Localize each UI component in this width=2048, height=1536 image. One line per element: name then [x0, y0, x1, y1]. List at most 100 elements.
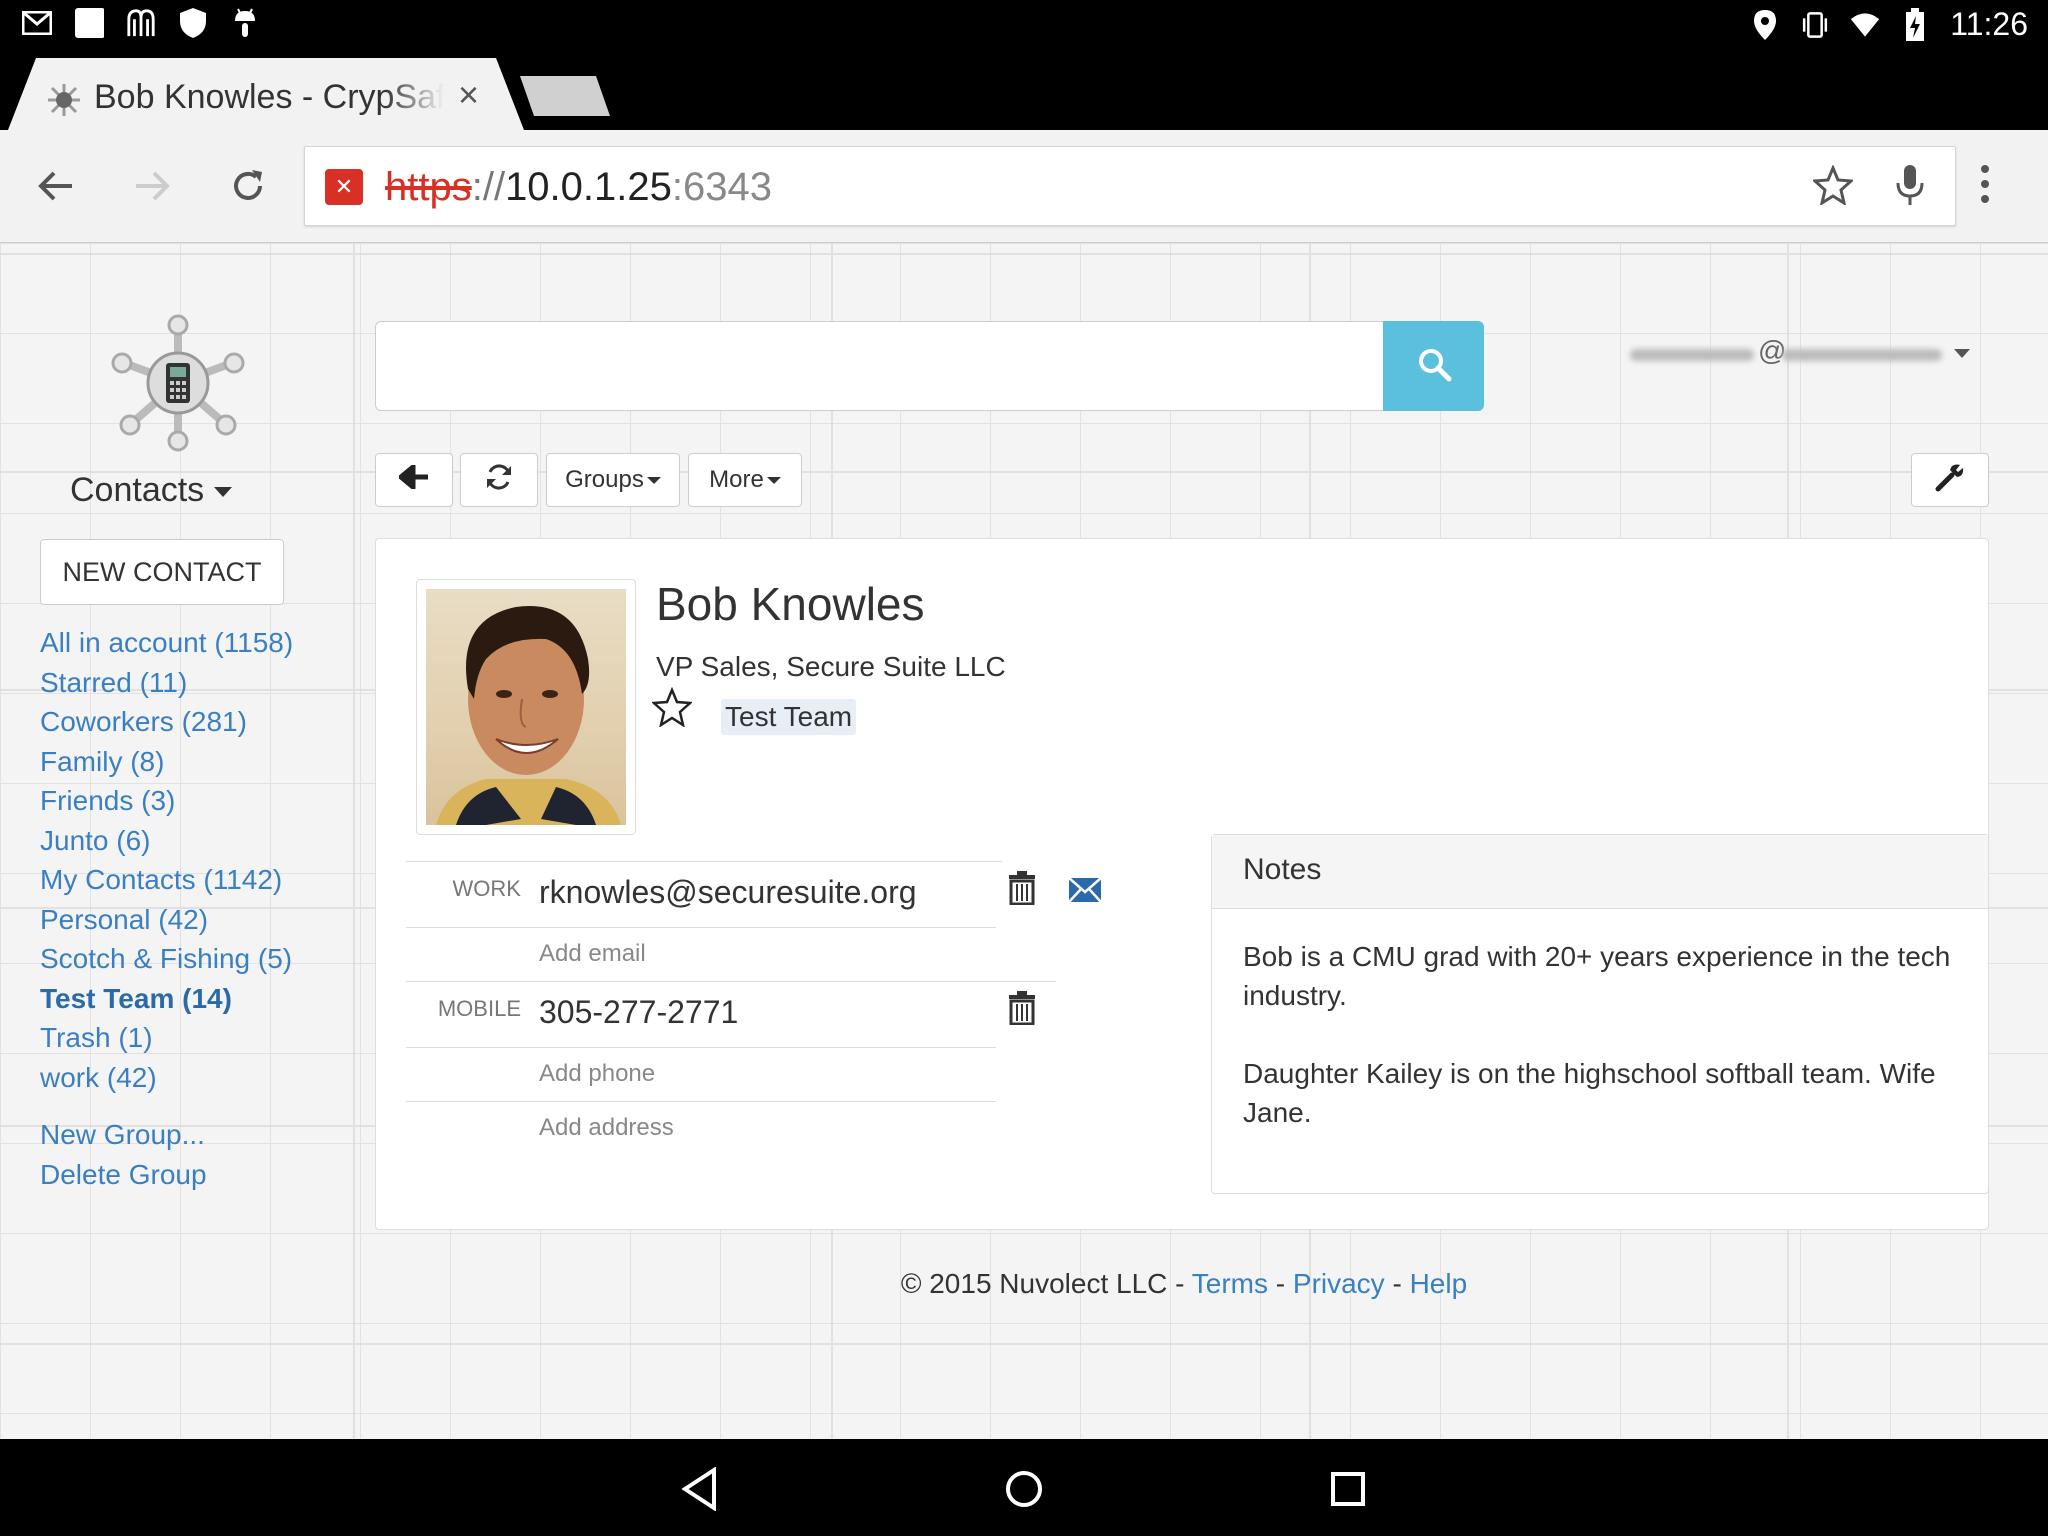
sidebar-item-test-team[interactable]: Test Team (14): [40, 979, 293, 1019]
android-icon: [230, 8, 260, 38]
footer-separator: -: [1384, 1268, 1410, 1299]
shopping-bag-icon: [126, 8, 156, 38]
chevron-down-icon: [766, 476, 781, 484]
notes-body[interactable]: Bob is a CMU grad with 20+ years experie…: [1212, 909, 1988, 1199]
phone-value[interactable]: 305-277-2771: [539, 994, 738, 1031]
terms-link[interactable]: Terms: [1192, 1268, 1268, 1299]
delete-group-link[interactable]: Delete Group: [40, 1155, 207, 1195]
sidebar-item-scotch-fishing[interactable]: Scotch & Fishing (5): [40, 939, 293, 979]
add-email-link[interactable]: Add email: [539, 940, 646, 968]
add-email-row: Add email: [406, 927, 996, 981]
email-row: WORK rknowles@securesuite.org: [406, 861, 1002, 927]
phone-type-label: MOBILE: [437, 996, 521, 1021]
account-menu[interactable]: @: [1630, 335, 1970, 369]
square-icon: [74, 8, 104, 38]
contact-job-title: VP Sales, Secure Suite LLC: [656, 651, 1006, 682]
status-bar: 11:26: [0, 0, 2048, 52]
tab-title: Bob Knowles - CrypSafe: [94, 78, 444, 117]
browser-toolbar: ✕ https://10.0.1.25:6343: [0, 130, 2048, 243]
notes-panel: Notes Bob is a CMU grad with 20+ years e…: [1211, 834, 1989, 1194]
notes-paragraph: Bob is a CMU grad with 20+ years experie…: [1243, 941, 1951, 1011]
sidebar-item-all[interactable]: All in account (1158): [40, 623, 293, 663]
back-arrow-icon[interactable]: [30, 160, 82, 212]
search-button[interactable]: [1383, 321, 1484, 411]
sidebar-item-friends[interactable]: Friends (3): [40, 781, 293, 821]
android-nav-bar: [0, 1439, 2048, 1536]
sidebar-item-my-contacts[interactable]: My Contacts (1142): [40, 860, 293, 900]
add-phone-link[interactable]: Add phone: [539, 1060, 655, 1088]
microphone-icon[interactable]: [1895, 163, 1925, 212]
sidebar-item-coworkers[interactable]: Coworkers (281): [40, 702, 293, 742]
sidebar-item-trash[interactable]: Trash (1): [40, 1018, 293, 1058]
trash-icon[interactable]: [1008, 991, 1036, 1030]
help-link[interactable]: Help: [1410, 1268, 1468, 1299]
arrow-left-icon: [397, 461, 429, 496]
sidebar-item-family[interactable]: Family (8): [40, 742, 293, 782]
wifi-icon: [1850, 10, 1880, 40]
chevron-down-icon: [214, 487, 233, 498]
search-input[interactable]: [375, 321, 1385, 411]
shield-icon: [178, 8, 208, 38]
tab-strip: Bob Knowles - CrypSafe ×: [0, 52, 2048, 130]
url-text[interactable]: https://10.0.1.25:6343: [385, 165, 772, 210]
new-group-link[interactable]: New Group...: [40, 1115, 207, 1155]
sidebar-item-work[interactable]: work (42): [40, 1058, 293, 1098]
notes-heading: Notes: [1212, 835, 1988, 909]
contact-photo: [426, 589, 626, 825]
groups-label: Groups: [565, 466, 644, 493]
refresh-icon: [485, 463, 513, 498]
trash-icon[interactable]: [1008, 871, 1036, 910]
settings-button[interactable]: [1911, 453, 1989, 507]
search-icon: [1416, 346, 1452, 387]
nav-back-icon[interactable]: [672, 1461, 728, 1517]
contacts-title-label: Contacts: [70, 471, 205, 509]
sidebar-item-personal[interactable]: Personal (42): [40, 900, 293, 940]
nav-recents-icon[interactable]: [1320, 1461, 1376, 1517]
browser-tab[interactable]: Bob Knowles - CrypSafe ×: [8, 58, 524, 130]
add-address-link[interactable]: Add address: [539, 1114, 674, 1142]
group-tag[interactable]: Test Team: [721, 699, 857, 735]
star-icon[interactable]: [650, 686, 694, 732]
chevron-down-icon: [1954, 349, 1970, 358]
close-icon[interactable]: ×: [458, 74, 479, 116]
back-button[interactable]: [375, 453, 453, 507]
email-type-label: WORK: [452, 876, 521, 901]
chevron-down-icon: [646, 476, 661, 484]
nav-home-icon[interactable]: [996, 1461, 1052, 1517]
more-label: More: [709, 466, 764, 493]
email-value[interactable]: rknowles@securesuite.org: [539, 874, 917, 911]
contact-photo-frame[interactable]: [416, 579, 636, 835]
sidebar-item-starred[interactable]: Starred (11): [40, 663, 293, 703]
add-phone-row: Add phone: [406, 1047, 996, 1101]
new-tab-button[interactable]: [520, 76, 610, 116]
footer-separator: -: [1268, 1268, 1293, 1299]
insecure-lock-icon[interactable]: ✕: [325, 169, 363, 205]
group-actions: New Group... Delete Group: [40, 1115, 207, 1194]
sidebar-item-junto[interactable]: Junto (6): [40, 821, 293, 861]
contact-name: Bob Knowles: [656, 578, 925, 630]
add-address-row: Add address: [406, 1101, 996, 1155]
forward-arrow-icon[interactable]: [126, 160, 178, 212]
new-contact-button[interactable]: NEW CONTACT: [40, 539, 284, 605]
gmail-icon: [22, 8, 52, 38]
copyright-text: © 2015 Nuvolect LLC -: [900, 1268, 1192, 1299]
address-bar[interactable]: ✕ https://10.0.1.25:6343: [304, 146, 1956, 226]
location-icon: [1750, 9, 1780, 40]
email-send-icon[interactable]: [1068, 877, 1102, 908]
groups-dropdown[interactable]: Groups: [546, 453, 680, 507]
page-footer: © 2015 Nuvolect LLC - Terms - Privacy - …: [0, 1268, 2048, 1300]
contacts-menu[interactable]: Contacts: [70, 471, 233, 510]
vibrate-icon: [1800, 10, 1830, 40]
wrench-icon: [1935, 462, 1965, 499]
battery-charging-icon: [1900, 7, 1930, 41]
refresh-button[interactable]: [460, 453, 538, 507]
more-dropdown[interactable]: More: [688, 453, 802, 507]
reload-icon[interactable]: [222, 160, 274, 212]
web-page: Contacts NEW CONTACT All in account (115…: [0, 243, 2048, 1439]
privacy-link[interactable]: Privacy: [1293, 1268, 1385, 1299]
bookmark-star-icon[interactable]: [1811, 164, 1855, 210]
favicon-icon: [46, 82, 82, 118]
app-logo[interactable]: [108, 313, 248, 453]
clock: 11:26: [1950, 6, 2028, 42]
overflow-menu-icon[interactable]: [1980, 164, 1990, 209]
